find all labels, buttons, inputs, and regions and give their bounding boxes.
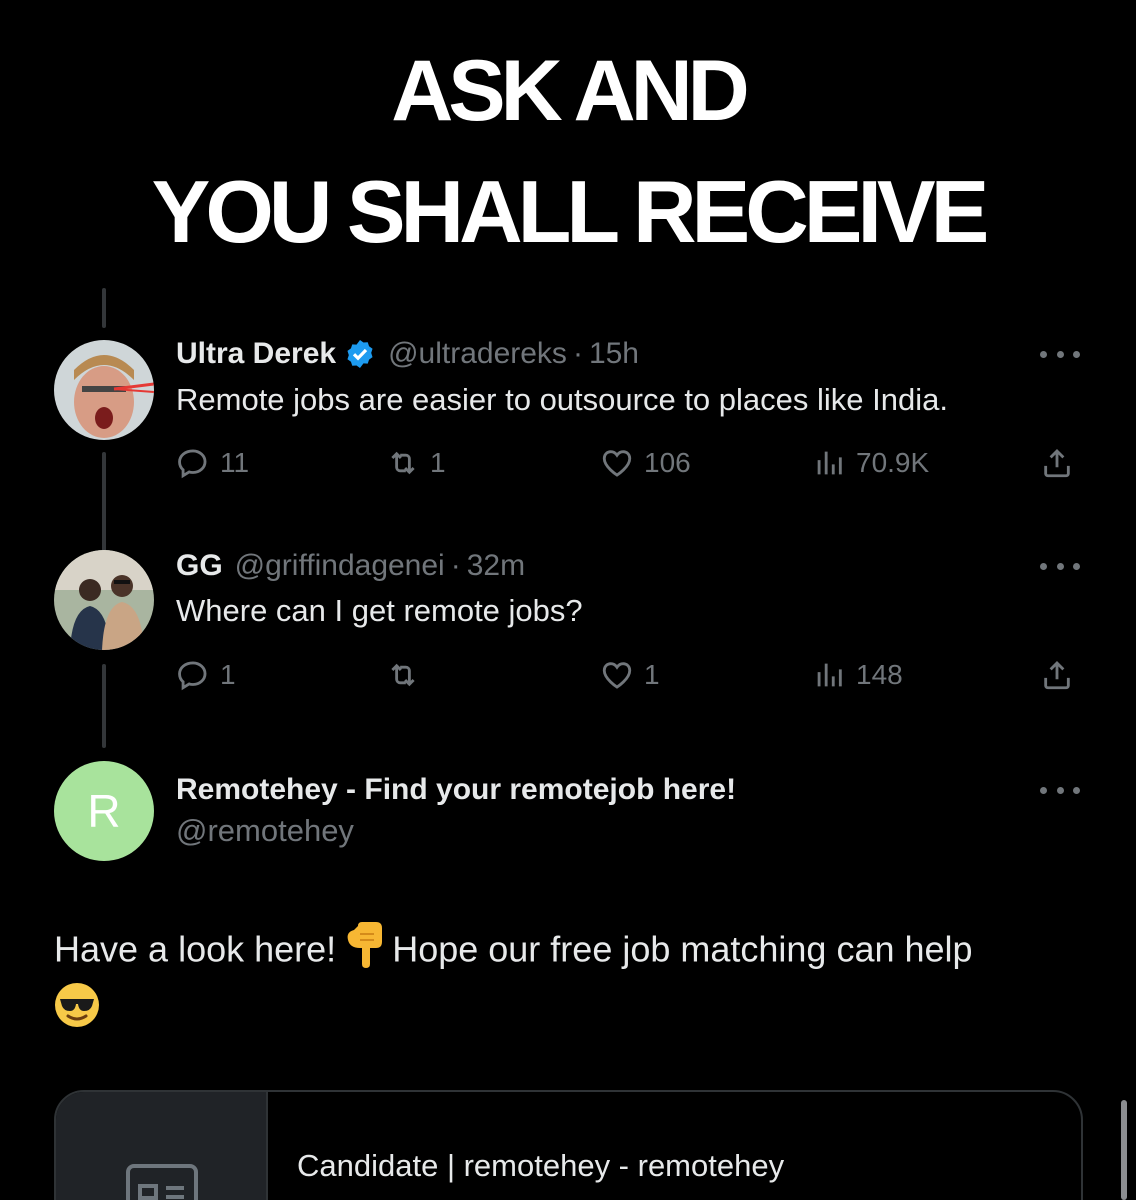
scrollbar[interactable] bbox=[1121, 1100, 1127, 1200]
timestamp[interactable]: 32m bbox=[467, 549, 525, 583]
tweet-header: GG @griffindagenei · 32m bbox=[176, 549, 526, 583]
avatar[interactable] bbox=[54, 550, 154, 650]
more-options-icon[interactable] bbox=[1040, 784, 1080, 796]
reply-button[interactable]: 11 bbox=[176, 446, 249, 480]
display-name[interactable]: GG bbox=[176, 549, 223, 583]
avatar[interactable] bbox=[54, 340, 154, 440]
pointing-down-emoji-icon bbox=[346, 922, 383, 982]
handle[interactable]: @ultradereks bbox=[388, 337, 567, 371]
repost-button[interactable] bbox=[386, 658, 430, 692]
thread-line bbox=[102, 288, 106, 328]
tweet-header: Ultra Derek @ultradereks · 15h bbox=[176, 337, 639, 371]
reply-text-part-2: Hope our free job matching can help bbox=[392, 928, 973, 970]
article-icon bbox=[126, 1164, 198, 1200]
heart-icon bbox=[602, 662, 632, 689]
views-button[interactable]: 70.9K bbox=[812, 446, 929, 480]
link-card[interactable]: Candidate | remotehey - remotehey bbox=[54, 1090, 1083, 1200]
avatar-letter: R bbox=[87, 785, 120, 837]
like-count: 106 bbox=[644, 447, 691, 478]
reply-icon bbox=[178, 661, 207, 691]
reply-count: 1 bbox=[220, 659, 236, 690]
reply-icon bbox=[178, 449, 207, 479]
share-icon bbox=[1044, 660, 1070, 690]
share-button[interactable] bbox=[1040, 446, 1074, 480]
timestamp[interactable]: 15h bbox=[589, 337, 639, 371]
views-icon bbox=[817, 663, 842, 687]
more-options-icon[interactable] bbox=[1040, 560, 1080, 572]
repost-icon bbox=[391, 451, 415, 475]
heart-icon bbox=[602, 450, 632, 477]
more-options-icon[interactable] bbox=[1040, 348, 1080, 360]
view-count: 148 bbox=[856, 659, 903, 690]
thread-line bbox=[102, 664, 106, 748]
views-icon bbox=[817, 451, 842, 475]
repost-icon bbox=[391, 663, 415, 687]
like-button[interactable]: 1 bbox=[600, 658, 660, 692]
share-button[interactable] bbox=[1040, 658, 1074, 692]
repost-button[interactable]: 1 bbox=[386, 446, 446, 480]
reply-count: 11 bbox=[220, 447, 250, 478]
tweet-header: Remotehey - Find your remotejob here! bbox=[176, 770, 736, 810]
card-title: Candidate | remotehey - remotehey bbox=[297, 1148, 785, 1183]
reply-button[interactable]: 1 bbox=[176, 658, 236, 692]
headline-line-2: YOU SHALL RECEIVE bbox=[151, 162, 990, 261]
like-count: 1 bbox=[644, 659, 660, 690]
reply-text-part-1: Have a look here! bbox=[54, 928, 337, 970]
repost-count: 1 bbox=[430, 447, 446, 478]
sunglasses-emoji-icon bbox=[54, 982, 100, 1042]
avatar[interactable]: R bbox=[54, 761, 154, 861]
handle[interactable]: @griffindagenei bbox=[235, 549, 445, 583]
view-count: 70.9K bbox=[856, 447, 930, 478]
card-thumbnail bbox=[56, 1092, 268, 1200]
like-button[interactable]: 106 bbox=[600, 446, 691, 480]
tweet-text: Where can I get remote jobs? bbox=[176, 593, 583, 628]
views-button[interactable]: 148 bbox=[812, 658, 903, 692]
verified-badge-icon bbox=[344, 338, 376, 370]
share-icon bbox=[1044, 448, 1070, 478]
tweet-text: Remote jobs are easier to outsource to p… bbox=[176, 382, 948, 417]
reply-text: Have a look here! Hope our free job matc… bbox=[54, 922, 1094, 1042]
handle[interactable]: @remotehey bbox=[176, 813, 354, 849]
display-name[interactable]: Ultra Derek bbox=[176, 337, 336, 371]
headline-line-1: ASK AND bbox=[391, 43, 750, 139]
thread-line bbox=[102, 452, 106, 564]
display-name[interactable]: Remotehey - Find your remotejob here! bbox=[176, 773, 736, 807]
